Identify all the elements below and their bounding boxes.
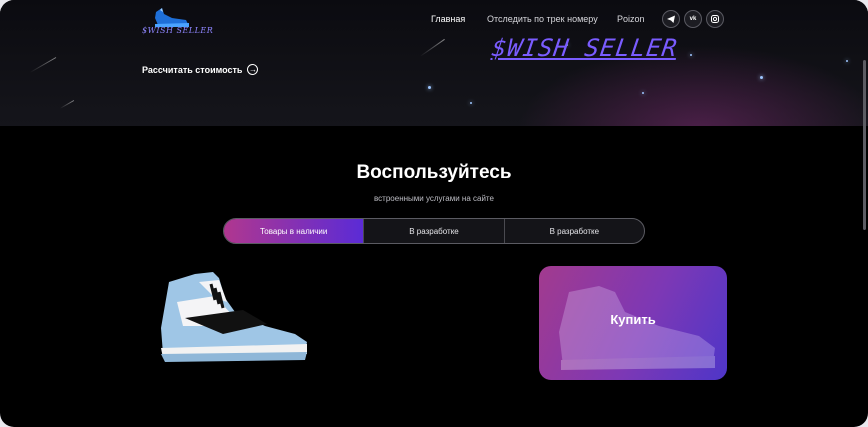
vk-icon[interactable]: vk xyxy=(684,10,702,28)
tab-in-development-2[interactable]: В разработке xyxy=(503,219,644,243)
page: $WISH SELLER Главная Отследить по трек н… xyxy=(0,0,868,427)
sneaker-silhouette xyxy=(559,286,715,370)
sneaker-image xyxy=(161,272,307,362)
buy-card[interactable]: Купить xyxy=(539,266,727,380)
hero-banner: $WISH SELLER Главная Отследить по трек н… xyxy=(0,0,868,126)
buy-label: Купить xyxy=(610,312,656,327)
nav-home[interactable]: Главная xyxy=(431,14,465,24)
nav-track-order[interactable]: Отследить по трек номеру xyxy=(487,14,598,24)
telegram-icon[interactable] xyxy=(662,10,680,28)
service-tabs: Товары в наличии В разработке В разработ… xyxy=(223,218,645,244)
section-title: Воспользуйтесь xyxy=(356,162,512,183)
hero-title: $WISH SELLER xyxy=(490,34,680,62)
tab-in-stock[interactable]: Товары в наличии xyxy=(224,219,364,243)
logo-text[interactable]: $WISH SELLER xyxy=(142,26,213,35)
calculate-price-link[interactable]: Рассчитать стоимость → xyxy=(142,64,259,75)
arrow-right-icon: → xyxy=(247,64,259,75)
calc-label: Рассчитать стоимость xyxy=(142,64,243,75)
nav-poizon[interactable]: Poizon xyxy=(617,14,645,24)
instagram-icon[interactable] xyxy=(706,10,724,28)
scrollbar-thumb[interactable] xyxy=(863,60,866,230)
tab-in-development-1[interactable]: В разработке xyxy=(363,219,503,243)
section-subtitle: встроенными услугами на сайте xyxy=(374,194,494,203)
